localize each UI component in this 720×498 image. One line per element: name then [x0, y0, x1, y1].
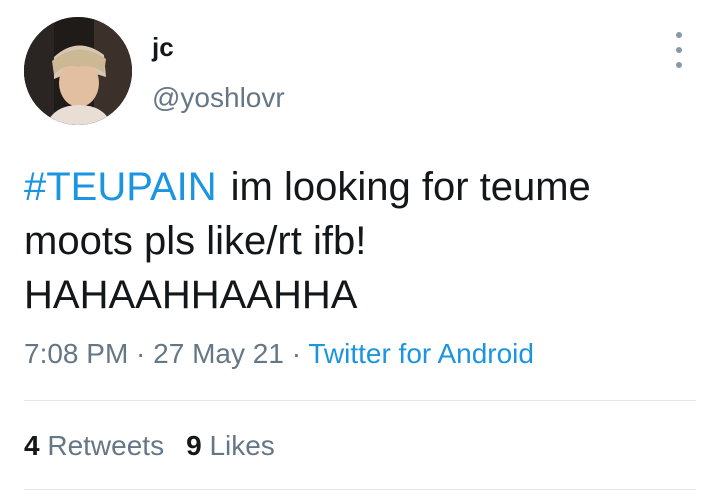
likes-count: 9 [186, 430, 202, 461]
tweet-source-link[interactable]: Twitter for Android [308, 338, 534, 369]
likes-label: Likes [209, 430, 275, 461]
retweets-stat[interactable]: 4 Retweets [24, 430, 164, 461]
hashtag-link[interactable]: #TEUPAIN [24, 165, 217, 209]
tweet-text: #TEUPAIN im looking for teume moots pls l… [24, 160, 684, 322]
avatar[interactable] [24, 17, 132, 125]
tweet-meta: 7:08 PM · 27 May 21 · Twitter for Androi… [24, 338, 534, 370]
meta-separator: · [283, 338, 309, 369]
more-options-icon[interactable] [671, 32, 687, 68]
tweet-time: 7:08 PM [24, 338, 129, 369]
retweets-label: Retweets [47, 430, 165, 461]
divider [24, 400, 696, 401]
tweet-stats: 4 Retweets 9 Likes [24, 430, 297, 462]
dot [676, 62, 682, 68]
dot [676, 47, 682, 53]
tweet-date: 27 May 21 [153, 338, 284, 369]
display-name[interactable]: jc [152, 32, 174, 63]
divider [24, 489, 696, 490]
dot [676, 32, 682, 38]
likes-stat[interactable]: 9 Likes [186, 430, 275, 461]
avatar-photo [24, 17, 132, 125]
retweets-count: 4 [24, 430, 40, 461]
meta-separator: · [128, 338, 154, 369]
user-handle[interactable]: @yoshlovr [152, 82, 285, 114]
